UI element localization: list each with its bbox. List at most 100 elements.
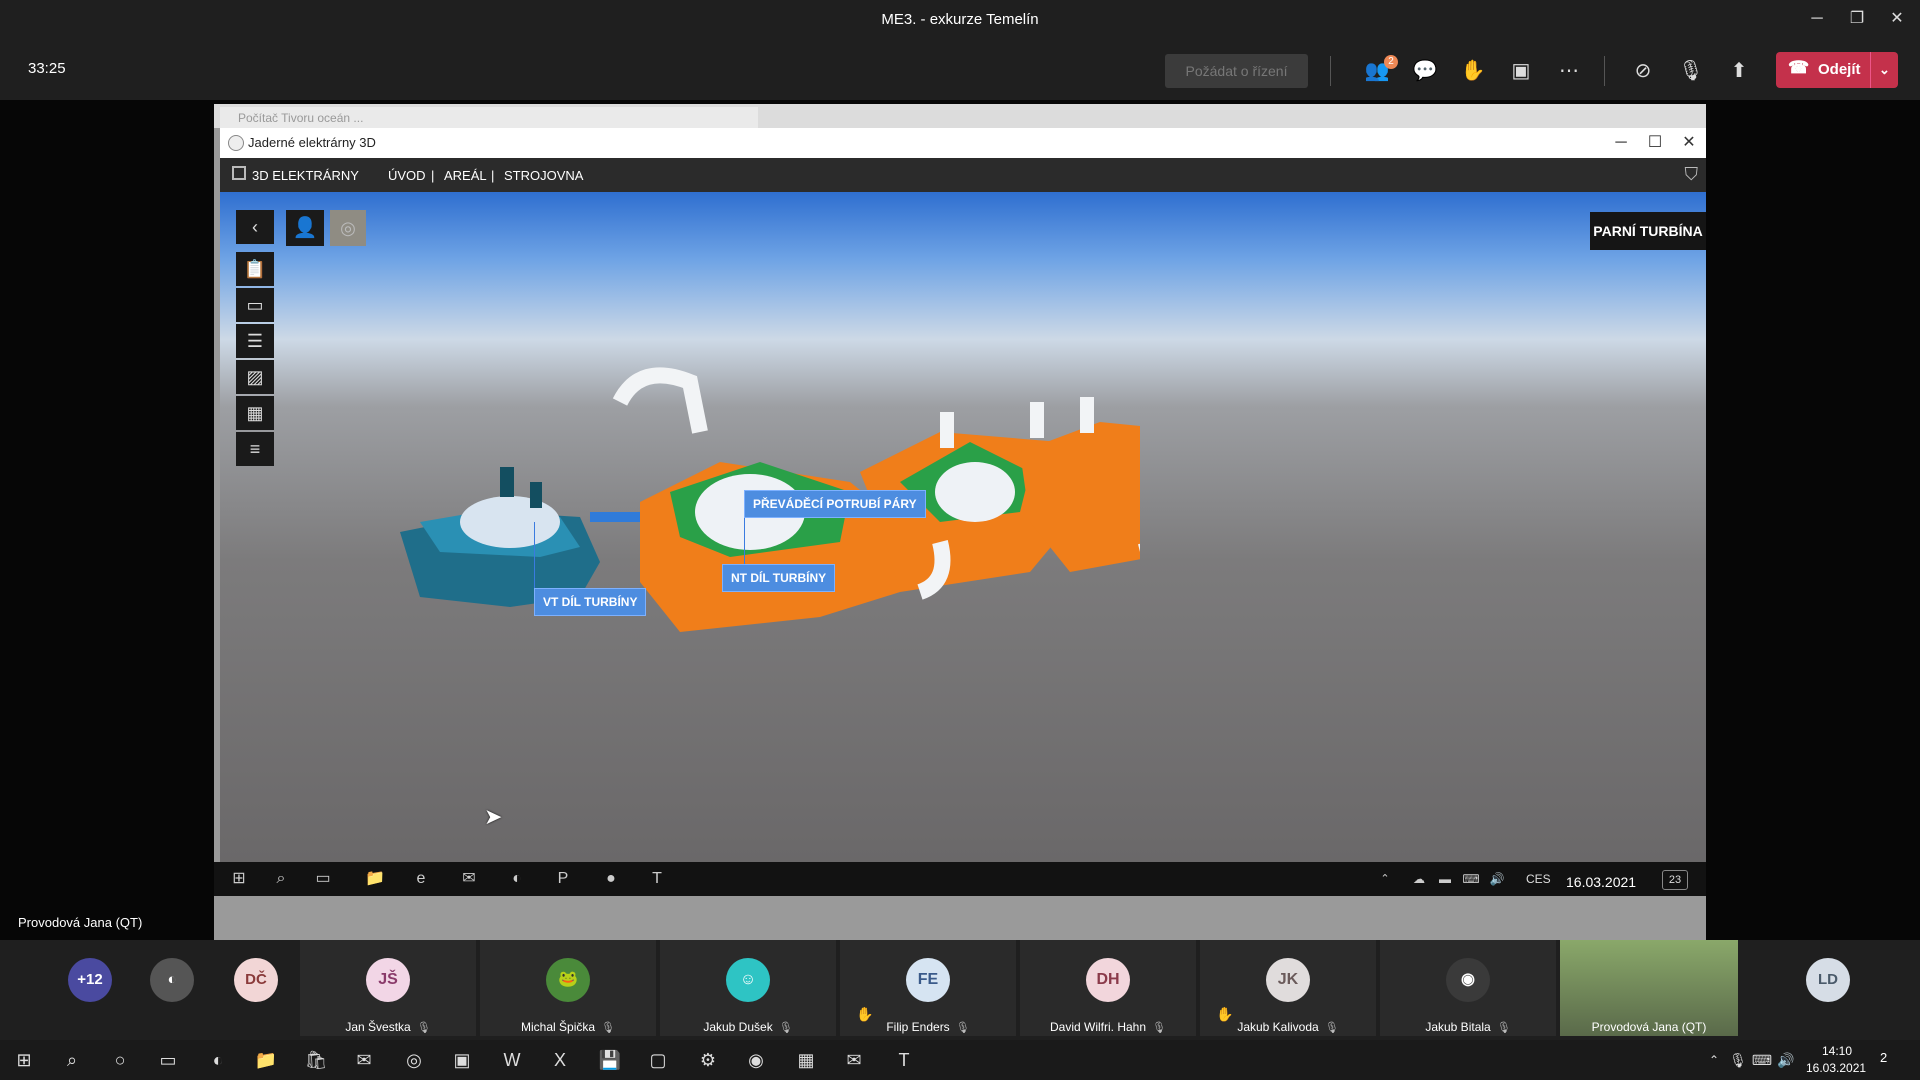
share-icon[interactable]: ⬆ — [1722, 54, 1756, 88]
notification-count[interactable]: 2 — [1880, 1050, 1887, 1065]
chat-icon[interactable]: 💬 — [1408, 54, 1442, 88]
clipboard-icon[interactable]: 📋 — [236, 252, 274, 286]
app-icon[interactable]: ⚙ — [694, 1046, 722, 1074]
brand-link[interactable]: 3D ELEKTRÁRNY — [252, 168, 359, 183]
minimize-icon[interactable]: ─ — [1802, 6, 1832, 32]
globe-icon[interactable]: ◎ — [330, 210, 366, 246]
more-icon[interactable]: ⋯ — [1552, 54, 1586, 88]
ie-icon[interactable]: e — [410, 868, 432, 890]
3d-viewport[interactable]: ‹ 👤 ◎ 📋 ▭ ☰ ▨ ▦ ≡ PARNÍ TURBÍNA PŘEVÁDĚC… — [220, 192, 1706, 862]
request-control-button[interactable]: Požádat o řízení — [1165, 54, 1308, 88]
nav-uvod[interactable]: ÚVOD — [388, 168, 426, 183]
minimize-icon[interactable]: ─ — [1606, 130, 1636, 156]
browser-tab[interactable]: Počítač Tivoru oceán ... — [220, 107, 758, 128]
rooms-icon[interactable]: ▣ — [1504, 54, 1538, 88]
mic-off-icon[interactable]: 🎙 — [1674, 54, 1708, 88]
avatar: FE — [906, 958, 950, 1002]
mail-icon[interactable]: ✉ — [350, 1046, 378, 1074]
reactions-icon[interactable]: ✋ — [1456, 54, 1490, 88]
camera-off-icon[interactable]: ⊘ — [1626, 54, 1660, 88]
app-icon[interactable]: ▢ — [644, 1046, 672, 1074]
shield-icon[interactable]: ⛉ — [1685, 164, 1699, 185]
cloud-icon[interactable]: ☁ — [1408, 868, 1430, 890]
cortana-icon[interactable]: ○ — [106, 1046, 134, 1074]
nav-separator: | — [431, 168, 435, 183]
network-icon[interactable]: ⌨ — [1460, 868, 1482, 890]
chevron-down-icon[interactable]: ⌄ — [1870, 52, 1898, 88]
store-icon[interactable]: 🛍 — [302, 1046, 330, 1074]
battery-icon[interactable]: ▬ — [1434, 868, 1456, 890]
app-icon — [228, 135, 244, 151]
taskview-icon[interactable]: ▭ — [312, 868, 334, 890]
list-icon[interactable]: ≡ — [236, 432, 274, 466]
avatar[interactable]: LD — [1806, 958, 1850, 1002]
firefox-icon[interactable]: ◉ — [742, 1046, 770, 1074]
presentation-icon[interactable]: ▭ — [236, 288, 274, 322]
participant-tile[interactable]: DH David Wilfri. Hahn 🎙 — [1020, 940, 1196, 1036]
mic-off-icon: 🎙 — [1324, 1022, 1339, 1034]
leave-button[interactable]: ☎ Odejít ⌄ — [1776, 52, 1898, 88]
close-icon[interactable]: ✕ — [1674, 130, 1704, 156]
avatar[interactable]: DČ — [234, 958, 278, 1002]
remote-taskbar: ⊞ ⌕ ▭ 📁 e ✉ ◐ P ● T ⌃ ☁ ▬ ⌨ 🔊 CES 16.03.… — [214, 862, 1706, 896]
restore-icon[interactable]: ❐ — [1842, 6, 1872, 32]
teams-icon[interactable]: T — [890, 1046, 918, 1074]
participant-video-tile[interactable]: Provodová Jana (QT) — [1560, 940, 1738, 1036]
label-lp-turbine[interactable]: NT DÍL TURBÍNY — [722, 564, 836, 592]
search-icon[interactable]: ⌕ — [58, 1046, 86, 1074]
image-icon[interactable]: ▨ — [236, 360, 274, 394]
edge-icon[interactable]: ◐ — [204, 1046, 232, 1074]
excel-icon[interactable]: X — [546, 1046, 574, 1074]
lp-turbine — [640, 422, 1140, 632]
clock-time[interactable]: 14:10 — [1822, 1044, 1852, 1058]
participant-name: Provodová Jana (QT) — [1591, 1020, 1707, 1034]
taskview-icon[interactable]: ▭ — [154, 1046, 182, 1074]
app-icon[interactable]: ✉ — [840, 1046, 868, 1074]
overflow-count[interactable]: +12 — [68, 958, 112, 1002]
remote-notification-count[interactable]: 23 — [1662, 870, 1688, 890]
search-icon[interactable]: ⌕ — [270, 868, 292, 890]
windows-icon[interactable]: ⊞ — [228, 868, 250, 890]
clock-date[interactable]: 16.03.2021 — [1806, 1061, 1866, 1075]
volume-icon[interactable]: 🔊 — [1486, 868, 1508, 890]
word-icon[interactable]: W — [498, 1046, 526, 1074]
outlook-icon[interactable]: ✉ — [458, 868, 480, 890]
participant-tile[interactable]: JŠ Jan Švestka 🎙 — [300, 940, 476, 1036]
back-button[interactable]: ‹ — [236, 210, 274, 244]
mic-off-icon: 🎙 — [601, 1022, 615, 1034]
edge-icon[interactable]: ◐ — [506, 868, 528, 890]
mic-off-icon: 🎙 — [1152, 1022, 1166, 1034]
participant-tile[interactable]: 🐸 Michal Špička 🎙 — [480, 940, 656, 1036]
participant-name: Jan Švestka — [345, 1020, 411, 1034]
windows-icon[interactable]: ⊞ — [10, 1046, 38, 1074]
label-hp-turbine[interactable]: VT DÍL TURBÍNY — [534, 588, 647, 616]
explorer-icon[interactable]: 📁 — [252, 1046, 280, 1074]
maximize-icon[interactable]: ☐ — [1640, 130, 1670, 156]
save-icon[interactable]: 💾 — [596, 1046, 624, 1074]
nav-areal[interactable]: AREÁL — [444, 168, 487, 183]
avatar[interactable]: ◐ — [150, 958, 194, 1002]
explorer-icon[interactable]: 📁 — [364, 868, 386, 890]
app-icon[interactable]: ▣ — [448, 1046, 476, 1074]
sliders-icon[interactable]: ☰ — [236, 324, 274, 358]
calculator-icon[interactable]: ▦ — [792, 1046, 820, 1074]
nav-strojovna[interactable]: STROJOVNA — [504, 168, 583, 183]
calendar-icon[interactable]: ▦ — [236, 396, 274, 430]
browser-tabstrip: Počítač Tivoru oceán ... — [214, 104, 1706, 128]
app-icon[interactable]: ● — [600, 868, 622, 890]
participant-name: David Wilfri. Hahn — [1050, 1020, 1147, 1034]
volume-icon[interactable]: 🔊 — [1772, 1046, 1800, 1074]
chevron-up-icon[interactable]: ⌃ — [1374, 868, 1396, 890]
powerpoint-icon[interactable]: P — [552, 868, 574, 890]
participant-tile[interactable]: ✋ JK Jakub Kalivoda 🎙 — [1200, 940, 1376, 1036]
remote-date[interactable]: 16.03.2021 — [1566, 874, 1636, 890]
label-pipe[interactable]: PŘEVÁDĚCÍ POTRUBÍ PÁRY — [744, 490, 926, 518]
participant-tile[interactable]: ◉ Jakub Bitala 🎙 — [1380, 940, 1556, 1036]
chrome-icon[interactable]: ◎ — [400, 1046, 428, 1074]
language-indicator[interactable]: CES — [1526, 872, 1551, 886]
teams-icon[interactable]: T — [646, 868, 668, 890]
participant-tile[interactable]: ☺ Jakub Dušek 🎙 — [660, 940, 836, 1036]
user-icon[interactable]: 👤 — [286, 210, 324, 246]
close-icon[interactable]: ✕ — [1882, 6, 1912, 32]
participant-tile[interactable]: ✋ FE Filip Enders 🎙 — [840, 940, 1016, 1036]
